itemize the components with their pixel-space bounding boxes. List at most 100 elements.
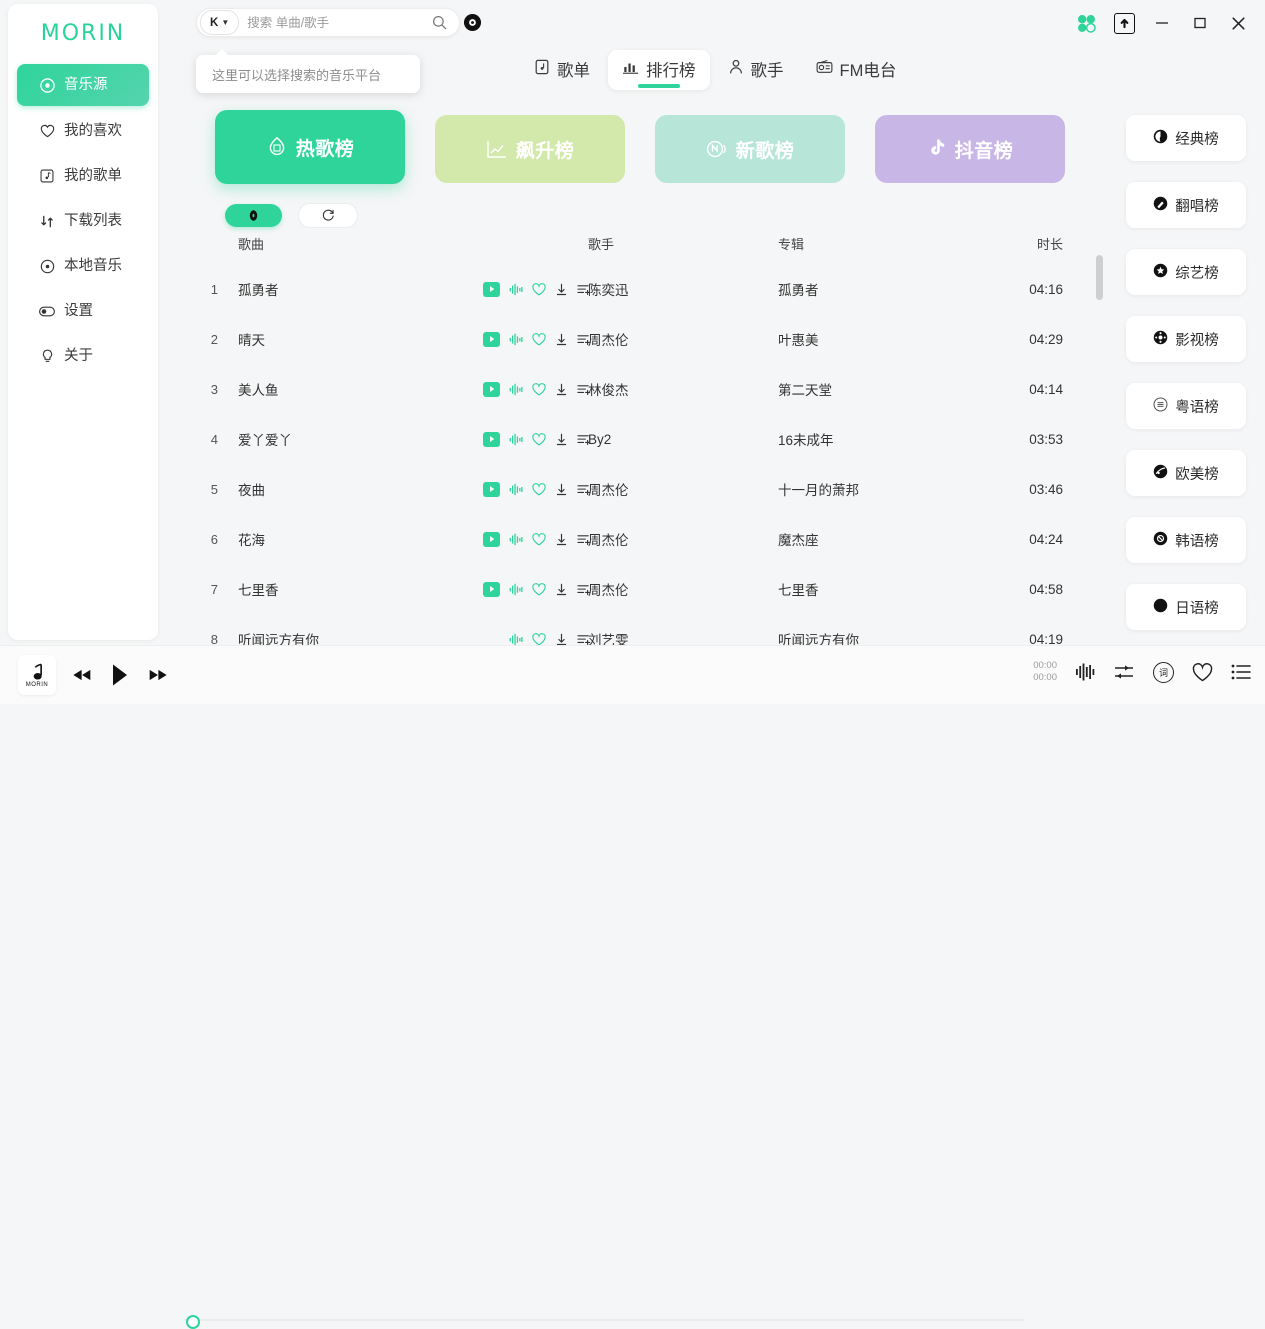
sidebar-item-label: 音乐源	[64, 78, 108, 93]
total-time: 00:00	[1033, 672, 1057, 684]
row-artist: 周杰伦	[588, 529, 778, 549]
platform-selector[interactable]: K ▼	[200, 10, 239, 35]
chart-cards: 热歌榜 飙升榜 新歌榜 抖音榜	[215, 110, 1065, 184]
clover-menu-button[interactable]	[1069, 8, 1103, 38]
equalizer-icon[interactable]	[1075, 662, 1095, 682]
row-waveform-icon[interactable]	[509, 333, 523, 346]
row-actions	[483, 432, 588, 447]
search-icon[interactable]	[432, 15, 447, 30]
chart-card-douyin[interactable]: 抖音榜	[875, 115, 1065, 183]
row-download-icon[interactable]	[555, 433, 568, 446]
table-scrollbar[interactable]	[1096, 255, 1103, 300]
row-play-button[interactable]	[483, 532, 500, 547]
row-play-button[interactable]	[483, 432, 500, 447]
row-favorite-icon[interactable]	[532, 483, 546, 496]
row-duration: 04:58	[968, 582, 1063, 597]
row-download-icon[interactable]	[555, 283, 568, 296]
row-favorite-icon[interactable]	[532, 283, 546, 296]
next-track-button[interactable]	[146, 667, 168, 683]
rank-item-2[interactable]: 翻唱榜	[1126, 182, 1246, 228]
progress-bar-track[interactable]	[184, 1319, 1024, 1321]
search-input[interactable]	[239, 15, 432, 31]
sidebar-item-settings[interactable]: 设置	[17, 291, 149, 331]
progress-bar-knob[interactable]	[186, 1315, 200, 1329]
sidebar-item-label: 下载列表	[64, 214, 122, 229]
player-album-art[interactable]: MORIN	[18, 655, 56, 695]
row-waveform-icon[interactable]	[509, 283, 523, 296]
chevron-down-icon: ▼	[221, 18, 229, 27]
maximize-button[interactable]	[1183, 8, 1217, 38]
time-display: 00:00 00:00	[1033, 660, 1057, 684]
sidebar-item-my-favorites[interactable]: 我的喜欢	[17, 111, 149, 151]
row-play-button[interactable]	[483, 332, 500, 347]
row-download-icon[interactable]	[555, 533, 568, 546]
table-row[interactable]: 1孤勇者陈奕迅孤勇者04:16	[190, 264, 1090, 314]
row-play-button[interactable]	[483, 382, 500, 397]
row-favorite-icon[interactable]	[532, 633, 546, 646]
rank-item-1[interactable]: 经典榜	[1126, 115, 1246, 161]
pin-window-button[interactable]	[1107, 8, 1141, 38]
chart-card-new[interactable]: 新歌榜	[655, 115, 845, 183]
sidebar-item-label: 关于	[64, 349, 93, 364]
disc-toggle-button[interactable]	[463, 13, 482, 32]
tab-charts[interactable]: 排行榜	[608, 50, 710, 90]
chart-card-rising[interactable]: 飙升榜	[435, 115, 625, 183]
row-download-icon[interactable]	[555, 483, 568, 496]
row-waveform-icon[interactable]	[509, 383, 523, 396]
previous-track-button[interactable]	[72, 667, 94, 683]
row-album: 16未成年	[778, 429, 968, 449]
row-play-button[interactable]	[483, 582, 500, 597]
row-favorite-icon[interactable]	[532, 433, 546, 446]
table-row[interactable]: 3美人鱼林俊杰第二天堂04:14	[190, 364, 1090, 414]
tab-artists[interactable]: 歌手	[714, 50, 798, 90]
table-row[interactable]: 7七里香周杰伦七里香04:58	[190, 564, 1090, 614]
table-row[interactable]: 5夜曲周杰伦十一月的萧邦03:46	[190, 464, 1090, 514]
lyrics-button[interactable]: 词	[1153, 662, 1174, 683]
row-favorite-icon[interactable]	[532, 383, 546, 396]
favorite-icon[interactable]	[1192, 663, 1213, 682]
rank-item-5[interactable]: 粤语榜	[1126, 383, 1246, 429]
row-download-icon[interactable]	[555, 333, 568, 346]
row-download-icon[interactable]	[555, 583, 568, 596]
play-all-button[interactable]	[225, 204, 282, 227]
row-album: 七里香	[778, 579, 968, 599]
row-waveform-icon[interactable]	[509, 633, 523, 646]
chart-card-label: 热歌榜	[296, 134, 355, 161]
table-row[interactable]: 2晴天周杰伦叶惠美04:29	[190, 314, 1090, 364]
rank-item-3[interactable]: 综艺榜	[1126, 249, 1246, 295]
row-favorite-icon[interactable]	[532, 533, 546, 546]
rank-item-label: 翻唱榜	[1175, 195, 1219, 216]
sidebar-item-about[interactable]: 关于	[17, 336, 149, 376]
sidebar-item-my-playlist[interactable]: 我的歌单	[17, 156, 149, 196]
row-favorite-icon[interactable]	[532, 333, 546, 346]
sidebar-item-download-list[interactable]: 下载列表	[17, 201, 149, 241]
sidebar-item-music-source[interactable]: 音乐源	[17, 64, 149, 106]
player-bar: MORIN 00:00 00:00	[0, 645, 1265, 704]
rank-item-6[interactable]: 欧美榜	[1126, 450, 1246, 496]
rank-item-8[interactable]: 日语榜	[1126, 584, 1246, 630]
search-box[interactable]: K ▼	[196, 8, 460, 37]
row-play-button[interactable]	[483, 282, 500, 297]
sidebar-item-local-music[interactable]: 本地音乐	[17, 246, 149, 286]
play-pause-button[interactable]	[110, 663, 130, 687]
tab-playlists[interactable]: 歌单	[520, 50, 604, 90]
row-play-button[interactable]	[483, 482, 500, 497]
row-favorite-icon[interactable]	[532, 583, 546, 596]
close-button[interactable]	[1221, 8, 1255, 38]
tab-fm-radio[interactable]: FM电台	[802, 50, 911, 90]
refresh-button[interactable]	[298, 203, 358, 228]
row-waveform-icon[interactable]	[509, 433, 523, 446]
table-row[interactable]: 6花海周杰伦魔杰座04:24	[190, 514, 1090, 564]
rank-item-7[interactable]: 韩语榜	[1126, 517, 1246, 563]
volume-slider-icon[interactable]	[1113, 663, 1135, 681]
rank-item-4[interactable]: 影视榜	[1126, 316, 1246, 362]
minimize-button[interactable]	[1145, 8, 1179, 38]
row-waveform-icon[interactable]	[509, 533, 523, 546]
row-waveform-icon[interactable]	[509, 483, 523, 496]
table-row[interactable]: 4爱丫爱丫By216未成年03:53	[190, 414, 1090, 464]
chart-card-hot[interactable]: 热歌榜	[215, 110, 405, 184]
row-waveform-icon[interactable]	[509, 583, 523, 596]
row-download-icon[interactable]	[555, 383, 568, 396]
row-download-icon[interactable]	[555, 633, 568, 646]
playlist-queue-icon[interactable]	[1231, 663, 1251, 681]
